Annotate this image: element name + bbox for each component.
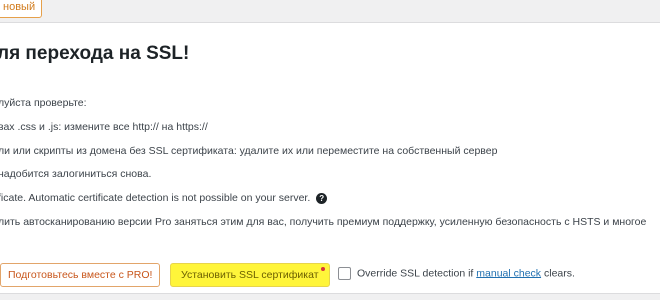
notice-intro-line: луйста проверьте: (0, 97, 87, 109)
manual-check-link[interactable]: manual check (476, 267, 541, 279)
override-text-after: clears. (541, 267, 575, 280)
notification-dot (320, 267, 325, 271)
notice-item-relogin: надобится залогиниться снова. (0, 168, 152, 180)
activate-ssl-button[interactable]: Установить SSL сертификат (170, 263, 330, 287)
pro-upgrade-button[interactable]: Подготовьтесь вместе с PRO! (0, 263, 161, 287)
new-button[interactable]: новый (0, 0, 43, 18)
certificate-detection-text: ficate. Automatic certificate detection … (0, 192, 311, 204)
notice-item-certificate: ficate. Automatic certificate detection … (0, 192, 328, 204)
top-strip: новый (0, 0, 660, 22)
override-checkbox[interactable] (338, 267, 351, 280)
ssl-notice-panel: ля перехода на SSL! луйста проверьте: ва… (0, 22, 660, 294)
override-text-before: Override SSL detection if (357, 267, 477, 280)
notice-title: ля перехода на SSL! (0, 43, 190, 64)
notice-item-external-scripts: ли или скрипты из домена без SSL сертифи… (0, 145, 498, 157)
notice-item-css-js: вах .css и .js: измените все http:// на … (0, 121, 208, 133)
help-icon[interactable]: ? (316, 192, 328, 204)
notice-pro-offer: лить автосканированию версии Pro занятьс… (0, 216, 647, 228)
override-detection: Override SSL detection if manual check c… (338, 267, 575, 280)
activate-ssl-label: Установить SSL сертификат (181, 269, 319, 281)
